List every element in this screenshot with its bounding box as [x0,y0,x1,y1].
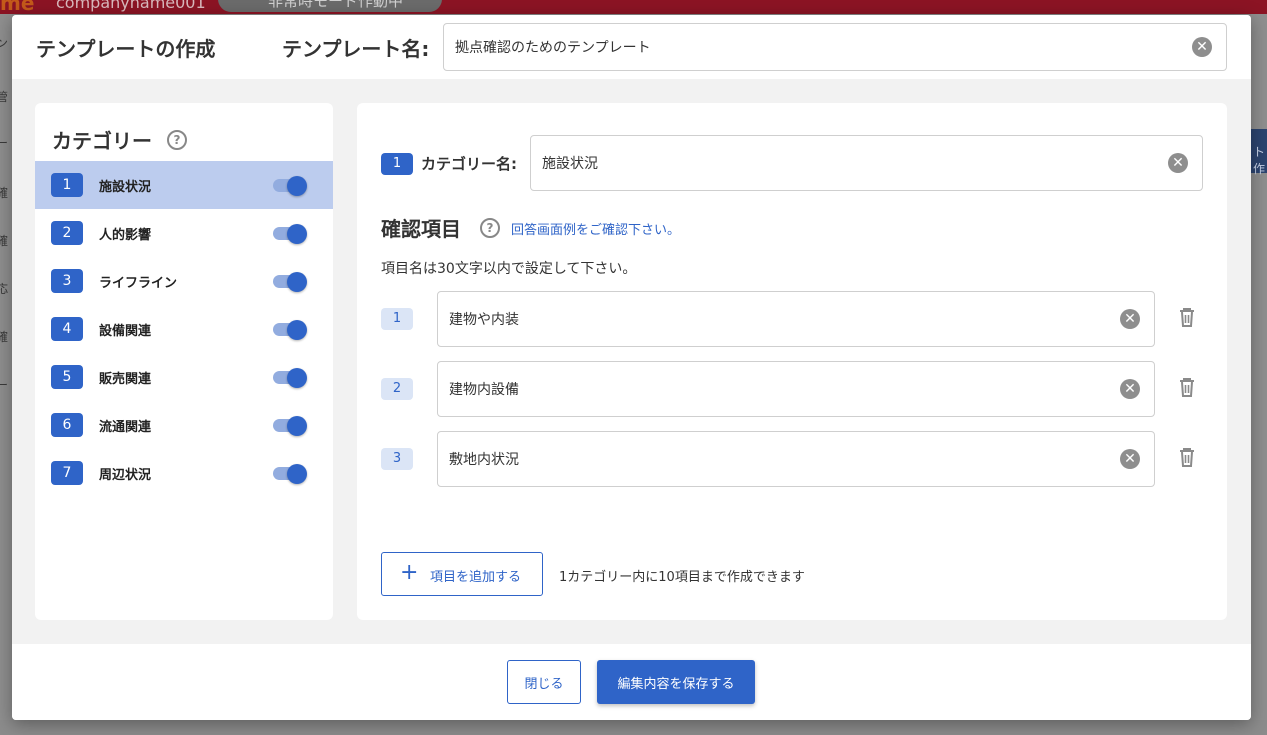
clear-icon[interactable]: ✕ [1168,153,1188,173]
category-item[interactable]: 1 施設状況 [35,161,333,209]
dialog-footer: 閉じる 編集内容を保存する [12,644,1251,720]
category-name-field[interactable]: ✕ [530,135,1203,191]
category-number-badge: 6 [51,413,83,437]
item-name-limit-note: 項目名は30文字以内で設定して下さい。 [381,261,637,277]
clear-icon[interactable]: ✕ [1120,309,1140,329]
category-number-badge: 1 [381,153,413,175]
template-name-label: テンプレート名: [282,37,430,61]
toggle-thumb [287,272,307,292]
toggle-thumb [287,416,307,436]
app-sidebar-background: ン 管 ー 確 確 応 確 ー [0,14,12,735]
item-count-limit-note: 1カテゴリー内に10項目まで作成できます [559,570,805,585]
category-list: 1 施設状況 2 人的影響 3 ライフライン 4 設備関連 5 販売関連 6 流通関連 7 周辺状況 [35,161,333,497]
category-item[interactable]: 5 販売関連 [35,353,333,401]
category-name-label: カテゴリー名: [421,155,517,173]
sidebar-fragment: ー [0,378,9,392]
sidebar-fragment: 確 [0,234,9,248]
dialog-title: テンプレートの作成 [36,37,216,61]
background-action-label: ト作 [1253,145,1266,176]
dialog-header: テンプレートの作成 テンプレート名: ✕ [12,15,1251,79]
category-toggle-switch[interactable] [273,416,307,436]
category-toggle-switch[interactable] [273,368,307,388]
app-logo: me [0,0,35,14]
category-item-label: ライフライン [99,276,178,291]
mode-status-pill: 非常時モード作動中 [218,0,442,12]
toggle-thumb [287,320,307,340]
category-toggle-switch[interactable] [273,224,307,244]
add-item-label: 項目を追加する [430,570,522,585]
category-item[interactable]: 2 人的影響 [35,209,333,257]
sidebar-fragment: 管 [0,90,9,104]
trash-icon[interactable] [1177,446,1197,468]
sidebar-fragment: 応 [0,282,9,296]
category-item[interactable]: 3 ライフライン [35,257,333,305]
category-detail-panel: 1 カテゴリー名: ✕ 確認項目 ? 回答画面例をご確認下さい。 項目名は30文… [357,103,1227,620]
category-panel-title: カテゴリー [52,129,152,153]
category-item-label: 施設状況 [99,180,152,195]
category-number-badge: 5 [51,365,83,389]
check-item-row: 3✕ [357,431,1227,487]
category-number-badge: 7 [51,461,83,485]
toggle-thumb [287,176,307,196]
category-item-label: 設備関連 [99,324,152,339]
category-number-badge: 2 [51,221,83,245]
category-toggle-switch[interactable] [273,176,307,196]
close-button[interactable]: 閉じる [507,660,581,704]
template-name-field[interactable]: ✕ [443,23,1227,71]
clear-icon[interactable]: ✕ [1192,37,1212,57]
help-circle-icon[interactable]: ? [167,130,187,150]
check-item-row: 2✕ [357,361,1227,417]
check-item-input[interactable] [449,432,1105,486]
app-bottom-background [0,720,1267,735]
check-item-row: 1✕ [357,291,1227,347]
item-number-badge: 2 [381,378,413,400]
item-number-badge: 1 [381,308,413,330]
category-item-label: 流通関連 [99,420,152,435]
add-item-button[interactable]: + 項目を追加する [381,552,543,596]
check-items-title: 確認項目 [381,217,461,241]
app-content-background: ト作 [1251,14,1267,735]
template-name-input[interactable] [455,24,1177,70]
check-item-field[interactable]: ✕ [437,291,1155,347]
app-topbar: me companyname001 非常時モード作動中 [0,0,1267,14]
check-item-input[interactable] [449,292,1105,346]
check-item-field[interactable]: ✕ [437,361,1155,417]
check-item-input[interactable] [449,362,1105,416]
sidebar-fragment: 確 [0,186,9,200]
toggle-thumb [287,224,307,244]
category-item-label: 周辺状況 [99,468,152,483]
help-circle-icon[interactable]: ? [480,218,500,238]
category-toggle-switch[interactable] [273,464,307,484]
plus-icon: + [400,560,419,585]
category-panel: カテゴリー ? 1 施設状況 2 人的影響 3 ライフライン 4 設備関連 5 販売関連 6 流通関連… [35,103,333,620]
category-item-label: 人的影響 [99,228,152,243]
category-number-badge: 4 [51,317,83,341]
check-item-field[interactable]: ✕ [437,431,1155,487]
save-button[interactable]: 編集内容を保存する [597,660,755,704]
category-item[interactable]: 4 設備関連 [35,305,333,353]
company-name: companyname001 [56,0,206,12]
sidebar-fragment: ン [0,36,9,50]
category-item[interactable]: 7 周辺状況 [35,449,333,497]
category-name-input[interactable] [542,136,1153,190]
sidebar-fragment: ー [0,136,9,150]
clear-icon[interactable]: ✕ [1120,379,1140,399]
toggle-thumb [287,368,307,388]
toggle-thumb [287,464,307,484]
category-item-label: 販売関連 [99,372,152,387]
clear-icon[interactable]: ✕ [1120,449,1140,469]
answer-example-link[interactable]: 回答画面例をご確認下さい。 [511,219,680,238]
sidebar-fragment: 確 [0,330,9,344]
trash-icon[interactable] [1177,306,1197,328]
template-create-dialog: テンプレートの作成 テンプレート名: ✕ カテゴリー ? 1 施設状況 2 人的影響 3… [12,15,1251,720]
category-toggle-switch[interactable] [273,272,307,292]
trash-icon[interactable] [1177,376,1197,398]
background-action-button: ト作 [1251,129,1267,176]
category-number-badge: 1 [51,173,83,197]
category-number-badge: 3 [51,269,83,293]
category-item[interactable]: 6 流通関連 [35,401,333,449]
item-number-badge: 3 [381,448,413,470]
category-toggle-switch[interactable] [273,320,307,340]
